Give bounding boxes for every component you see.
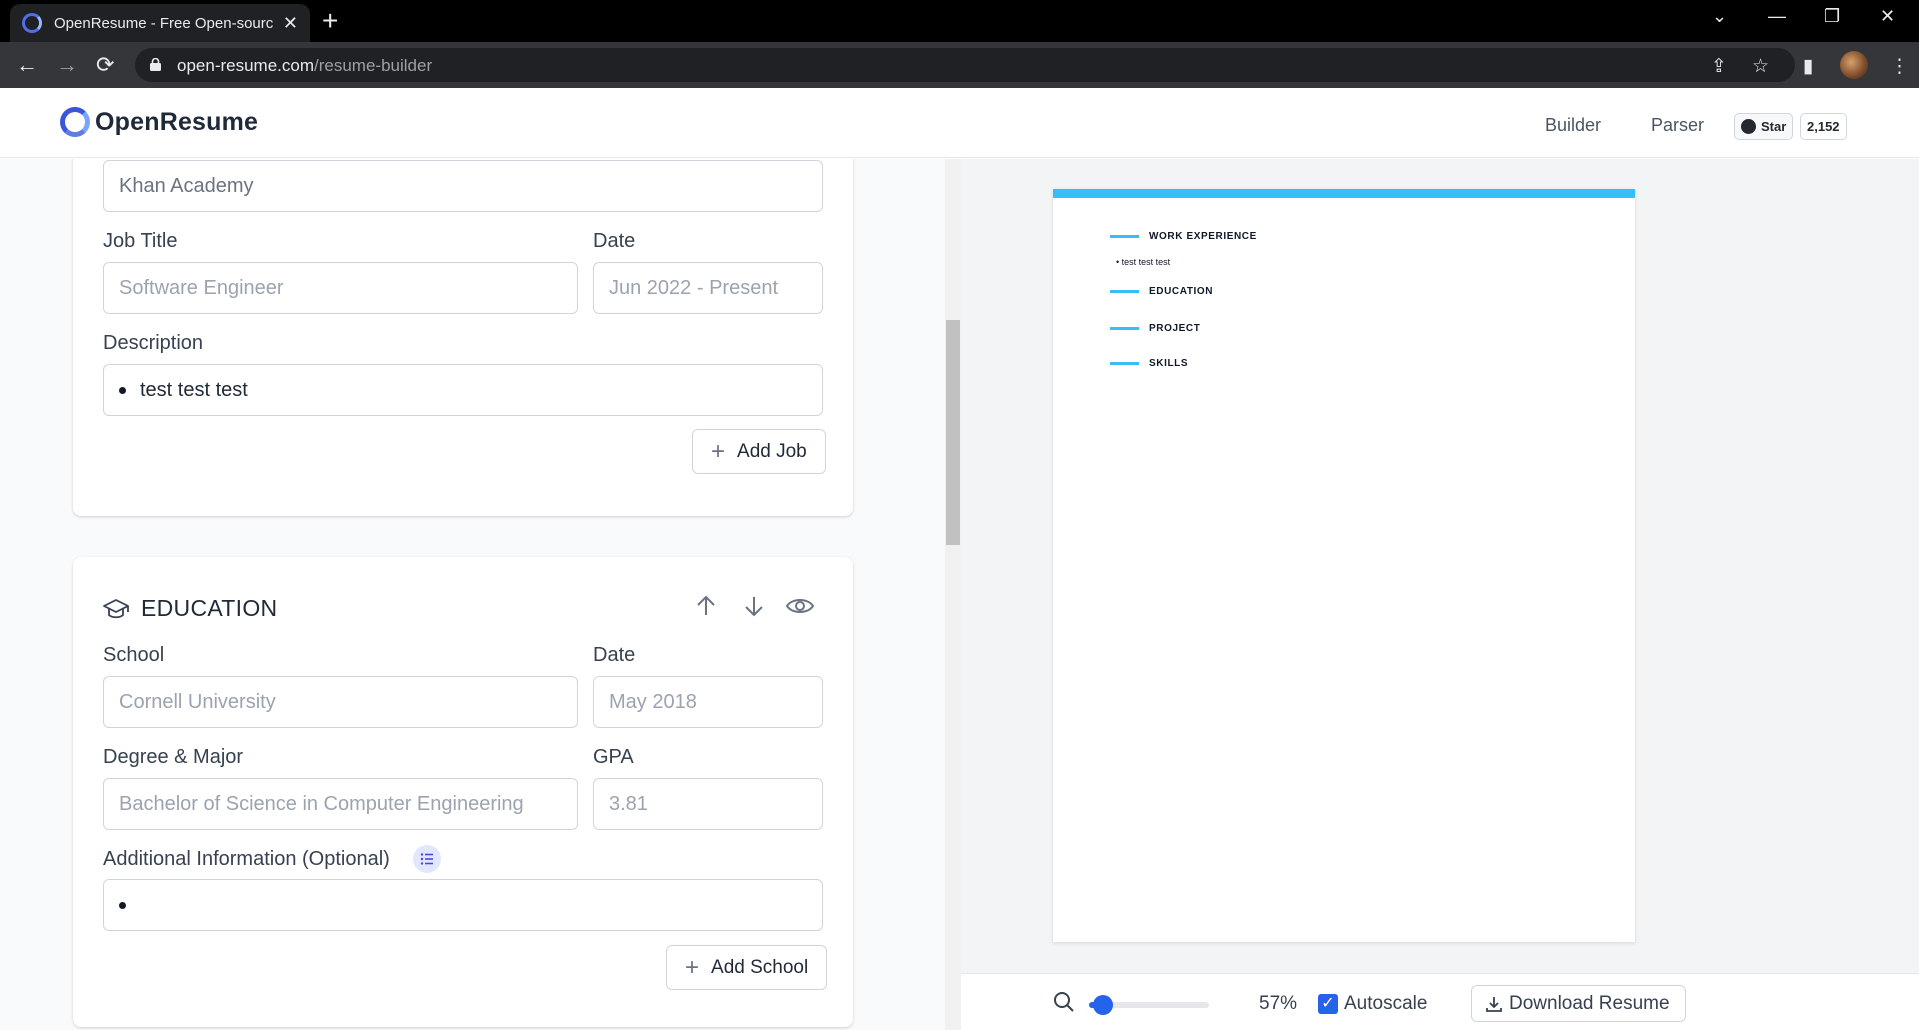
bullet-point	[119, 386, 126, 394]
resume-heading-text: PROJECT	[1149, 323, 1201, 334]
eye-visibility-icon[interactable]	[785, 593, 815, 619]
minimize-button[interactable]: —	[1768, 6, 1786, 27]
url-text[interactable]: open-resume.com/resume-builder	[177, 56, 432, 76]
logo-text[interactable]: OpenResume	[95, 108, 258, 137]
form-scrollbar-thumb[interactable]	[946, 320, 960, 545]
lock-icon	[150, 58, 161, 71]
move-down-icon[interactable]	[741, 593, 767, 619]
gpa-input[interactable]: 3.81	[593, 778, 823, 830]
school-input[interactable]: Cornell University	[103, 676, 578, 728]
add-school-button[interactable]: + Add School	[666, 945, 828, 990]
magnifier-icon	[1054, 992, 1074, 1012]
restore-button[interactable]: ❐	[1824, 6, 1840, 27]
github-icon	[1741, 119, 1756, 134]
github-star-label: Star	[1761, 119, 1787, 134]
heading-accent-line	[1110, 362, 1139, 365]
bookmark-star-icon[interactable]: ☆	[1752, 55, 1769, 78]
browser-tab-bar: OpenResume - Free Open-source ✕ + ⌄ — ❐ …	[0, 0, 1919, 42]
work-experience-card: Khan Academy Job Title Date Software Eng…	[73, 159, 853, 516]
chrome-menu-icon[interactable]: ⋮	[1890, 55, 1909, 78]
additional-info-label: Additional Information (Optional)	[103, 848, 390, 870]
github-star-count[interactable]: 2,152	[1800, 113, 1847, 140]
download-resume-label: Download Resume	[1509, 992, 1670, 1014]
education-date-label: Date	[593, 644, 636, 666]
bullet-point	[119, 901, 126, 909]
form-scrollbar-track[interactable]	[945, 159, 961, 1030]
resume-heading-text: WORK EXPERIENCE	[1149, 231, 1257, 242]
url-path: /resume-builder	[314, 56, 433, 75]
bullet-list-toggle-icon[interactable]	[413, 845, 441, 873]
resume-heading-text: SKILLS	[1149, 358, 1189, 369]
education-date-input[interactable]: May 2018	[593, 676, 823, 728]
heading-accent-line	[1110, 290, 1139, 293]
zoom-value: 57%	[1259, 993, 1298, 1014]
work-date-label: Date	[593, 230, 636, 252]
resume-heading-skills: SKILLS	[1110, 358, 1188, 369]
resume-bullet-text: • test test test	[1116, 257, 1171, 267]
reload-icon[interactable]: ⟳	[96, 50, 114, 80]
autoscale-checkbox[interactable]: ✓	[1318, 994, 1338, 1014]
education-card: EDUCATION School Date Cornell University…	[73, 557, 853, 1027]
resume-page: WORK EXPERIENCE • test test test EDUCATI…	[1053, 189, 1635, 942]
school-label: School	[103, 644, 165, 666]
nav-parser-link[interactable]: Parser	[1651, 115, 1704, 136]
description-label: Description	[103, 332, 204, 354]
github-star-button[interactable]: Star	[1734, 113, 1794, 140]
additional-info-input[interactable]	[103, 879, 823, 931]
plus-icon: +	[711, 437, 726, 465]
url-domain: open-resume.com	[177, 56, 315, 75]
side-panel-icon[interactable]: ▮	[1803, 55, 1813, 78]
back-icon[interactable]: ←	[16, 50, 38, 80]
add-job-label: Add Job	[737, 440, 807, 462]
zoom-slider-thumb[interactable]	[1093, 995, 1114, 1015]
resume-form-pane: Khan Academy Job Title Date Software Eng…	[0, 159, 945, 1030]
resume-heading-project: PROJECT	[1110, 323, 1200, 334]
profile-avatar[interactable]	[1840, 51, 1868, 79]
download-icon	[1486, 996, 1502, 1012]
graduation-cap-icon	[103, 599, 129, 619]
education-section-title: EDUCATION	[141, 595, 278, 621]
add-school-label: Add School	[711, 956, 809, 978]
resume-accent-bar	[1053, 189, 1635, 198]
resume-heading-work: WORK EXPERIENCE	[1110, 231, 1257, 242]
heading-accent-line	[1110, 235, 1139, 238]
forward-icon[interactable]: →	[56, 50, 78, 80]
company-input[interactable]: Khan Academy	[103, 160, 823, 212]
description-input[interactable]: test test test	[103, 364, 823, 416]
job-title-label: Job Title	[103, 230, 178, 252]
job-title-input[interactable]: Software Engineer	[103, 262, 578, 314]
browser-tab[interactable]: OpenResume - Free Open-source ✕	[10, 4, 310, 42]
gpa-label: GPA	[593, 746, 634, 768]
new-tab-button[interactable]: +	[322, 6, 338, 36]
share-icon[interactable]: ⇪	[1711, 55, 1727, 78]
degree-label: Degree & Major	[103, 746, 244, 768]
download-resume-button[interactable]: Download Resume	[1471, 985, 1686, 1022]
work-date-input[interactable]: Jun 2022 - Present	[593, 262, 823, 314]
move-up-icon[interactable]	[693, 593, 719, 619]
window-close-button[interactable]: ✕	[1880, 6, 1895, 27]
openresume-logo-icon[interactable]	[60, 107, 90, 137]
openresume-favicon-icon	[22, 13, 42, 33]
nav-builder-link[interactable]: Builder	[1545, 115, 1601, 136]
browser-address-bar: ← → ⟳ open-resume.com/resume-builder ⇪ ☆…	[0, 42, 1919, 88]
resume-heading-text: EDUCATION	[1149, 286, 1214, 297]
preview-toolbar: 57% ✓ Autoscale Download Resume	[961, 973, 1919, 1030]
app-header: OpenResume Builder Parser Star 2,152	[0, 88, 1919, 158]
resume-heading-education: EDUCATION	[1110, 286, 1213, 297]
autoscale-label[interactable]: Autoscale	[1344, 993, 1427, 1015]
add-job-button[interactable]: + Add Job	[692, 429, 826, 474]
plus-icon: +	[685, 953, 700, 981]
degree-input[interactable]: Bachelor of Science in Computer Engineer…	[103, 778, 578, 830]
tab-title: OpenResume - Free Open-source	[54, 14, 273, 32]
resume-preview-pane: WORK EXPERIENCE • test test test EDUCATI…	[961, 159, 1919, 1030]
tab-search-icon[interactable]: ⌄	[1712, 6, 1727, 27]
tab-close-icon[interactable]: ✕	[283, 13, 298, 34]
heading-accent-line	[1110, 327, 1139, 330]
description-bullet-text: test test test	[140, 378, 248, 401]
